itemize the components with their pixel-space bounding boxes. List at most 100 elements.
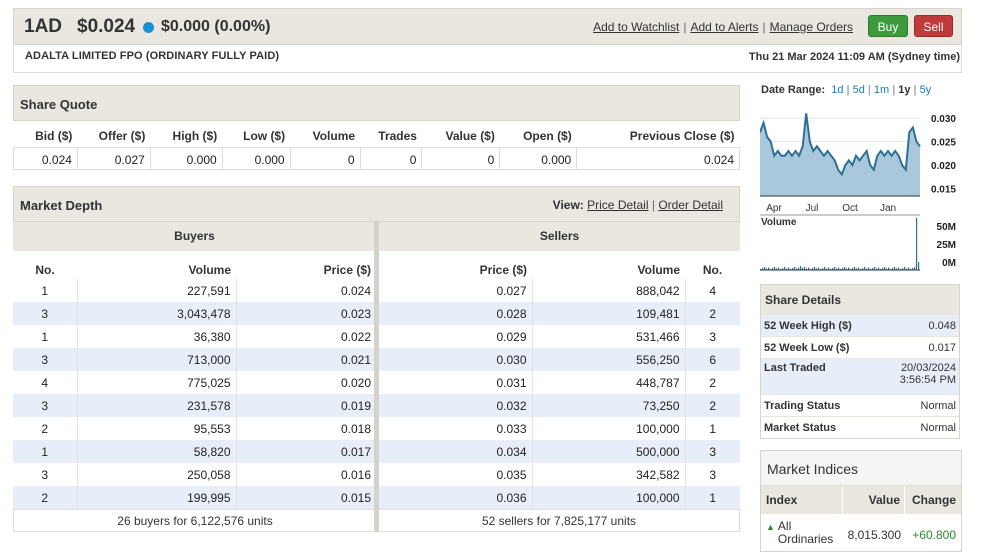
range-5y[interactable]: 5y — [920, 84, 932, 96]
table-row: 0.027 888,042 4 — [379, 279, 740, 302]
volume-tick-label: 25M — [937, 240, 956, 251]
buyer-cell: 0.017 — [236, 440, 376, 463]
buyer-cell: 3 — [13, 394, 78, 417]
table-row: 3 3,043,478 0.023 — [13, 302, 376, 325]
buyers-section: Buyers No. Volume Price ($) 1 227,591 0.02… — [13, 222, 376, 532]
quote-header-cell: Low ($) — [243, 129, 286, 144]
sellers-price-header: Price ($) — [479, 262, 527, 277]
detail-row: Trading Status Normal — [761, 394, 959, 416]
manage-orders-link[interactable]: Manage Orders — [770, 20, 853, 34]
buyer-cell: 0.022 — [340, 329, 371, 344]
index-name-line2: Ordinaries — [777, 532, 834, 546]
table-row: 1 227,591 0.024 — [13, 279, 376, 302]
volume-bar — [800, 266, 802, 270]
market-indices-header: Index Value Change — [761, 486, 961, 514]
seller-cell: 2 — [685, 302, 740, 325]
seller-cell: 0.031 — [379, 371, 533, 394]
buyer-cell: 0.021 — [236, 348, 376, 371]
quote-value-cell: 0.000 — [150, 146, 223, 170]
index-row[interactable]: ▲ All Ordinaries 8,015.300 +60.800 — [761, 514, 961, 546]
table-row: 0.031 448,787 2 — [379, 371, 740, 394]
quote-header-cell: Value ($) — [445, 129, 495, 144]
table-row: 0.034 500,000 3 — [379, 440, 740, 463]
seller-cell: 2 — [685, 394, 740, 417]
seller-cell: 3 — [709, 329, 717, 344]
index-name: All Ordinaries — [778, 520, 833, 546]
seller-cell: 556,250 — [532, 348, 686, 371]
detail-value: Normal — [920, 421, 956, 434]
seller-cell: 0.028 — [379, 302, 533, 325]
volume-bar — [916, 218, 918, 270]
buyers-summary: 26 buyers for 6,122,576 units — [13, 509, 376, 532]
view-selector: View: Price Detail | Order Detail — [552, 198, 723, 212]
volume-tick-label: 50M — [937, 222, 956, 233]
buyer-cell: 95,553 — [77, 417, 237, 440]
quote-value-cell: 0 — [290, 146, 361, 170]
seller-cell: 1 — [685, 486, 740, 509]
table-row: 3 231,578 0.019 — [13, 394, 376, 417]
detail-label: Last Traded — [764, 362, 826, 374]
buyer-cell: 227,591 — [77, 279, 237, 302]
table-row: 2 199,995 0.015 — [13, 486, 376, 509]
buy-button[interactable]: Buy — [868, 15, 908, 37]
table-row: 1 36,380 0.022 — [13, 325, 376, 348]
table-row: 0.030 556,250 6 — [379, 348, 740, 371]
buyer-cell: 0.018 — [340, 421, 371, 436]
range-5d[interactable]: 5d — [853, 84, 865, 96]
add-to-watchlist-link[interactable]: Add to Watchlist — [593, 20, 679, 34]
detail-row: 52 Week High ($) 0.048 — [761, 314, 959, 336]
up-arrow-icon: ▲ — [766, 522, 775, 532]
order-detail-link[interactable]: Order Detail — [658, 198, 723, 212]
buyer-cell: 4 — [13, 371, 78, 394]
price-chart[interactable]: 0.030 0.025 0.020 0.015 Apr Jul Oct Jan Volume… — [760, 103, 960, 273]
sell-button[interactable]: Sell — [914, 15, 953, 37]
detail-row: 52 Week Low ($) 0.017 — [761, 336, 959, 358]
seller-cell: 100,000 — [532, 486, 686, 509]
seller-cell: 100,000 — [532, 417, 686, 440]
quote-header-cell: Trades — [378, 129, 417, 144]
value-col-header: Value — [843, 486, 905, 514]
detail-value: 20/03/2024 3:56:54 PM — [900, 362, 956, 386]
sellers-no-header: No. — [702, 262, 723, 277]
detail-row: Market Status Normal — [761, 416, 959, 438]
buyer-cell: 58,820 — [77, 440, 237, 463]
quote-header-cell: High ($) — [172, 129, 218, 144]
seller-cell: 109,481 — [532, 302, 686, 325]
range-1y[interactable]: 1y — [898, 84, 910, 96]
status-dot-icon — [143, 22, 154, 33]
detail-value: Normal — [920, 399, 956, 412]
range-1m[interactable]: 1m — [874, 84, 889, 96]
seller-cell: 0.032 — [379, 394, 533, 417]
sellers-table: Price ($) Volume No. 0.027 888,042 4 0.028 1… — [379, 251, 740, 509]
seller-cell: 448,787 — [532, 371, 686, 394]
table-row: 0.028 109,481 2 — [379, 302, 740, 325]
index-col-header: Index — [761, 486, 843, 514]
quote-header-cell: Bid ($) — [35, 129, 73, 144]
price-detail-link[interactable]: Price Detail — [587, 198, 648, 212]
quote-value-cell: 0.000 — [499, 146, 578, 170]
seller-cell: 888,042 — [532, 279, 686, 302]
buyers-heading: Buyers — [13, 222, 376, 251]
buyer-cell: 2 — [13, 417, 78, 440]
buyer-cell: 1 — [13, 440, 78, 463]
buyer-cell: 0.023 — [236, 302, 376, 325]
add-to-alerts-link[interactable]: Add to Alerts — [690, 20, 758, 34]
buyer-cell: 713,000 — [77, 348, 237, 371]
range-1d[interactable]: 1d — [831, 84, 843, 96]
market-depth-panel: Market Depth View: Price Detail | Order … — [13, 186, 740, 532]
x-tick-label: Oct — [842, 203, 858, 214]
price-tick-label: 0.020 — [931, 161, 956, 172]
quote-header-cell: Offer ($) — [98, 129, 146, 144]
buyers-no-header: No. — [35, 262, 55, 277]
buyer-cell: 1 — [13, 325, 78, 348]
change-col-header: Change — [911, 493, 956, 507]
market-indices-title: Market Indices — [761, 451, 961, 486]
view-label: View: — [552, 198, 584, 212]
buyers-price-header: Price ($) — [323, 262, 371, 277]
buyer-cell: 2 — [13, 486, 78, 509]
table-row: 2 95,553 0.018 — [13, 417, 376, 440]
table-row: 0.036 100,000 1 — [379, 486, 740, 509]
table-row: 0.029 531,466 3 — [379, 325, 740, 348]
detail-label: Market Status — [764, 421, 837, 434]
company-name: ADALTA LIMITED FPO (ORDINARY FULLY PAID) — [25, 50, 280, 62]
